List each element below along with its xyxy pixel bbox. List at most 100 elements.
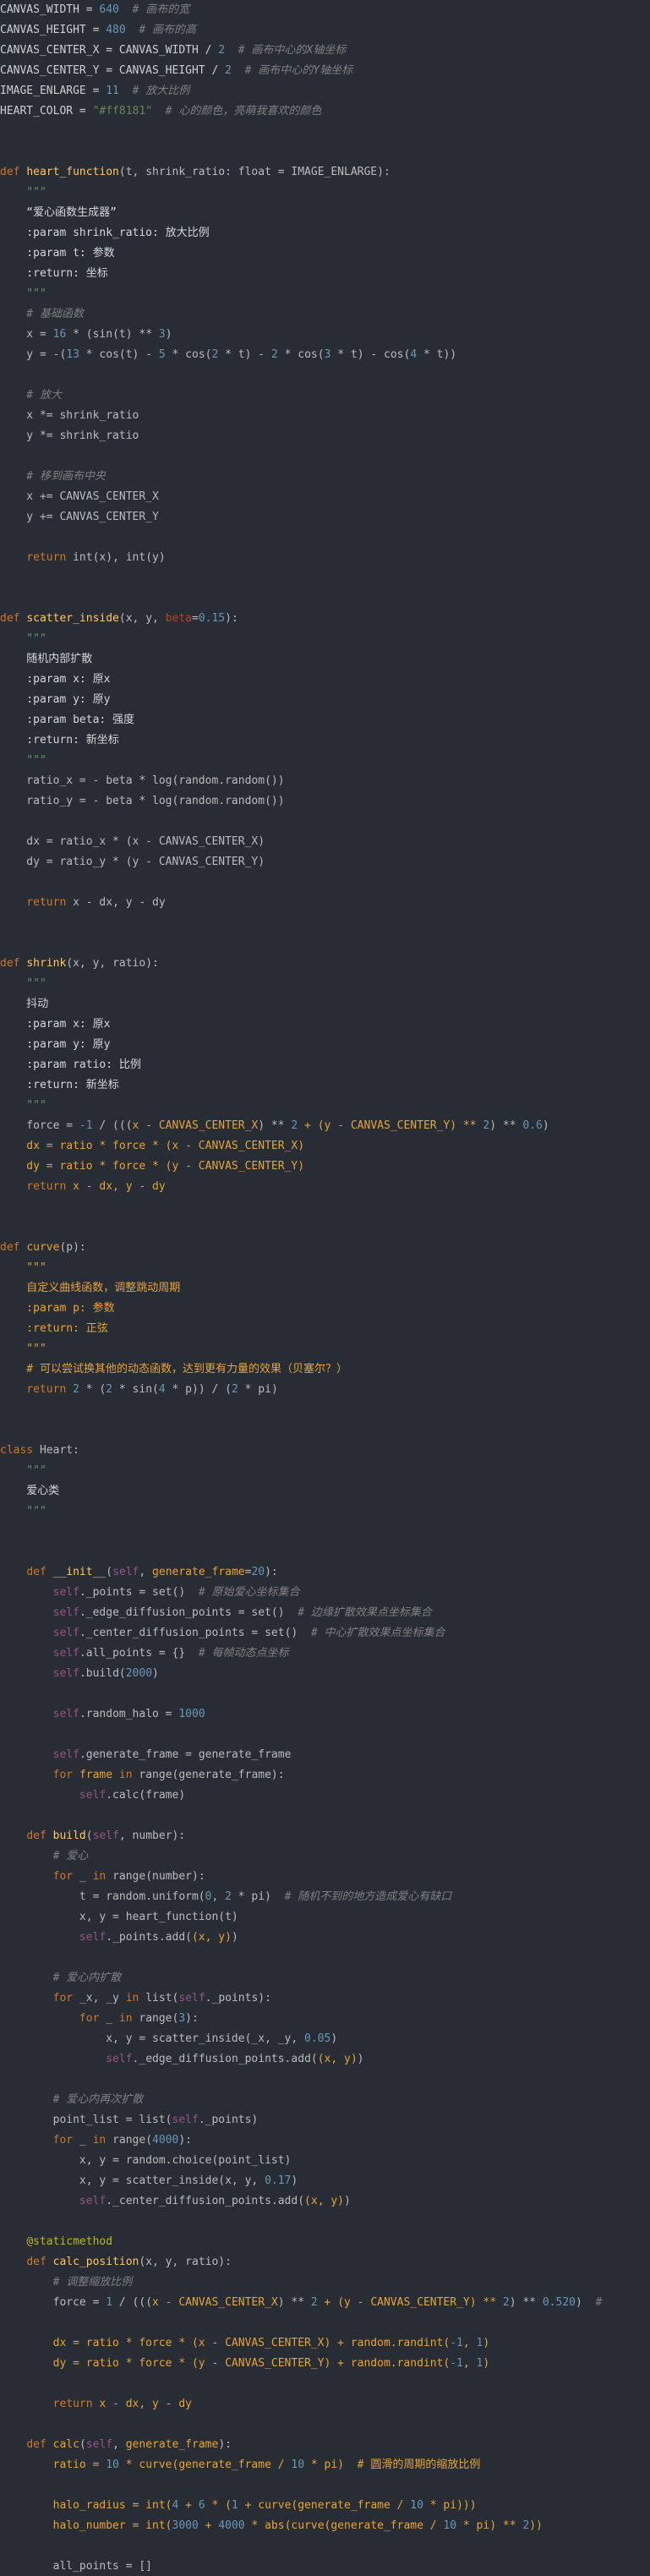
code-token: :param beta: 强度	[0, 714, 135, 726]
code-token: + (y - CANVAS_CENTER_Y) **	[317, 2296, 503, 2309]
code-token: 10	[106, 2458, 119, 2471]
code-token: 2000	[125, 1667, 153, 1680]
code-token: -1	[450, 2357, 463, 2370]
code-token: * pi)	[231, 1890, 285, 1903]
code-line: HEART_COLOR = "#ff8181" # 心的颜色，亮萌我喜欢的颜色	[0, 101, 321, 122]
code-line: """	[0, 1339, 46, 1359]
code-editor[interactable]: CANVAS_WIDTH = 640 # 画布的宽 CANVAS_HEIGHT =…	[0, 0, 650, 2576]
code-line: force = 1 / (((x - CANVAS_CENTER_X) ** 2…	[0, 2293, 603, 2313]
code-line: def curve(p):	[0, 1238, 86, 1258]
code-token: dx = ratio * force * (x - CANVAS_CENTER_…	[0, 1140, 305, 1152]
code-token: # 放大比例	[118, 85, 190, 97]
code-token: in	[92, 1870, 113, 1883]
code-token: 自定义曲线函数，调整跳动周期	[0, 1282, 181, 1294]
code-line: :return: 正弦	[0, 1319, 107, 1339]
code-token: :param x: 原x	[0, 673, 111, 686]
code-token: 13	[66, 348, 79, 361]
code-token: (x, y)	[317, 2053, 358, 2065]
code-line: self.calc(frame)	[0, 1786, 185, 1806]
code-line: self._points.add((x, y))	[0, 1928, 238, 1948]
code-token: _	[79, 2134, 93, 2147]
code-token: 0.05	[304, 2032, 331, 2045]
code-token: 5	[158, 348, 166, 361]
code-line: :param ratio: 比例	[0, 1055, 141, 1075]
code-token: 0.15	[198, 612, 226, 625]
code-token: y += CANVAS_CENTER_Y	[0, 511, 159, 523]
code-token: .random_halo =	[79, 1708, 179, 1720]
code-token: def	[0, 612, 27, 625]
code-token: #	[595, 2296, 603, 2309]
code-token: + curve(generate_frame /	[238, 2499, 411, 2512]
code-line: """	[0, 1461, 46, 1481]
code-line: point_list = list(self._points)	[0, 2110, 259, 2130]
code-token: self	[52, 1748, 79, 1761]
code-token: """	[0, 287, 46, 300]
code-token: :param t: 参数	[0, 247, 115, 260]
code-token: # 圆滑的周期的缩放比例	[357, 2458, 481, 2471]
code-token: 16	[52, 328, 67, 341]
code-token: 3	[158, 328, 166, 341]
code-line: 抖动	[0, 994, 48, 1015]
code-token: 0.6	[522, 1119, 543, 1132]
code-line: """	[0, 284, 46, 304]
code-token: scatter_inside	[26, 612, 119, 625]
code-token: / (((	[92, 1119, 133, 1132]
code-token: x, y = scatter_inside(_x, _y,	[0, 2032, 305, 2045]
code-line: x = 16 * (sin(t) ** 3)	[0, 325, 172, 345]
code-token: # 每帧动态点坐标	[198, 1647, 289, 1660]
code-token: ):	[225, 612, 238, 625]
code-line: halo_radius = int(4 + 6 * (1 + curve(gen…	[0, 2496, 477, 2516]
code-token: (x, y, ratio):	[139, 2256, 232, 2268]
code-token: """	[0, 1099, 46, 1112]
code-token: :param x: 原x	[0, 1018, 111, 1031]
code-token: # 边缘扩散效果点坐标集合	[298, 1606, 432, 1619]
code-token: CANVAS_CENTER_Y = CANVAS_HEIGHT /	[0, 64, 226, 77]
code-token: """	[0, 1464, 46, 1477]
code-token: self	[52, 1627, 79, 1639]
code-token: )	[165, 328, 172, 341]
code-token: # 爱心内再次扩散	[0, 2093, 144, 2106]
code-line: """	[0, 1258, 46, 1278]
code-token: for	[52, 1870, 79, 1883]
code-token: return	[26, 1180, 74, 1193]
code-token: 2	[225, 1890, 232, 1903]
code-token: x =	[0, 328, 53, 341]
code-line: """	[0, 1501, 46, 1522]
code-token: * t))	[417, 348, 457, 361]
code-line: t = random.uniform(0, 2 * pi) # 随机不到的地方造…	[0, 1887, 451, 1907]
code-token: )	[575, 2296, 596, 2309]
code-token: 2	[231, 1383, 238, 1396]
code-line: CANVAS_CENTER_Y = CANVAS_HEIGHT / 2 # 画布…	[0, 61, 352, 81]
code-token: * sin(	[112, 1383, 159, 1396]
code-line: # 爱心内扩散	[0, 1968, 122, 1988]
code-token: def	[0, 1241, 27, 1254]
code-line: self._points = set() # 原始爱心坐标集合	[0, 1583, 300, 1603]
code-line: def calc_position(x, y, ratio):	[0, 2252, 232, 2272]
code-token: .build(	[79, 1667, 126, 1680]
code-token: self	[79, 2195, 107, 2207]
code-token: """	[0, 186, 46, 199]
code-line: ratio_y = - beta * log(random.random())	[0, 791, 284, 812]
code-token: * t) - cos(	[330, 348, 411, 361]
code-line: for _ in range(number):	[0, 1867, 205, 1887]
code-token: def	[0, 166, 27, 178]
code-line: dy = ratio_y * (y - CANVAS_CENTER_Y)	[0, 852, 265, 872]
code-token: +	[178, 2499, 199, 2512]
code-line: y *= shrink_ratio	[0, 426, 139, 446]
code-token: :return: 新坐标	[0, 1079, 119, 1091]
code-token: )	[483, 2357, 490, 2370]
code-line: """	[0, 1096, 46, 1116]
code-token: def	[26, 1829, 53, 1842]
code-token: :return: 坐标	[0, 267, 108, 280]
code-token: 6	[198, 2499, 205, 2512]
code-token: x, y = random.choice(point_list)	[0, 2154, 292, 2167]
code-token: generate_frame	[125, 2438, 219, 2451]
code-line: return 2 * (2 * sin(4 * p)) / (2 * pi)	[0, 1380, 277, 1400]
